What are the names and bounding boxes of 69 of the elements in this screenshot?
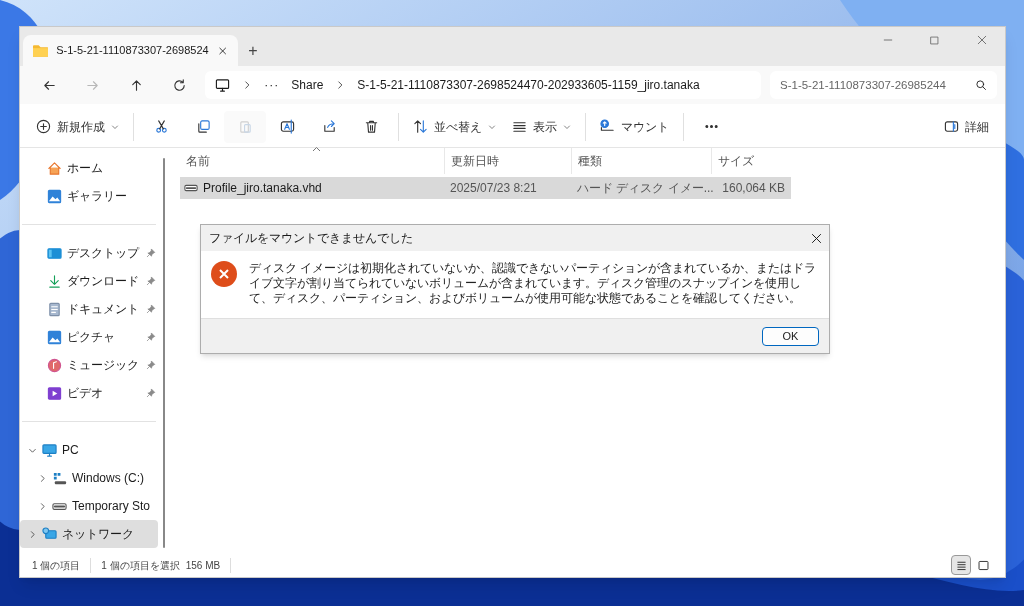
table-cell-text: ハード ディスク イメー...	[576, 180, 711, 197]
refresh-icon[interactable]	[172, 77, 188, 93]
document-icon	[47, 301, 62, 317]
sidebar-item[interactable]: ピクチャ	[20, 323, 158, 351]
panel-icon	[944, 119, 959, 134]
monitor-icon	[215, 77, 231, 93]
column-header[interactable]: 更新日時	[444, 148, 571, 174]
table-cell-text: 2025/07/23 8:21	[449, 180, 538, 197]
sidebar-item[interactable]: Windows (C:)	[20, 464, 158, 492]
column-header[interactable]: サイズ	[711, 148, 791, 174]
tab-title: S-1-5-21-1110873307-2698524	[56, 43, 209, 59]
sidebar-item[interactable]: ダウンロード	[20, 267, 158, 295]
sort-icon	[413, 119, 428, 134]
chevron-right-icon	[38, 501, 47, 511]
sidebar-item[interactable]: ドキュメント	[20, 295, 158, 323]
image-icon	[47, 329, 62, 345]
video-icon	[47, 385, 62, 401]
house-icon	[47, 160, 62, 176]
details-view-button[interactable]	[951, 555, 971, 575]
dialog-title: ファイルをマウントできませんでした	[209, 230, 414, 247]
overflow-menu[interactable]: ···	[264, 76, 280, 94]
search-field[interactable]: S-1-5-21-1110873307-26985244	[770, 71, 997, 99]
sort-button[interactable]: 並べ替え	[405, 110, 504, 143]
search-icon	[975, 79, 987, 91]
column-header[interactable]: 名前	[180, 148, 444, 174]
close-icon[interactable]	[810, 231, 823, 245]
drive-icon	[52, 470, 67, 486]
mount-button[interactable]: マウント	[592, 110, 677, 143]
sidebar-item[interactable]: ギャラリー	[20, 182, 158, 210]
view-button[interactable]: 表示	[504, 110, 579, 143]
error-icon	[211, 261, 237, 287]
plus-circle-icon	[36, 119, 51, 134]
sidebar-item[interactable]: PC	[20, 436, 158, 464]
sidebar-item[interactable]: ビデオ	[20, 379, 158, 407]
status-text: 156 MB	[185, 557, 232, 573]
address-bar[interactable]: ··· Share S-1-5-21-1110873307-2698524470-202933605-1159_jiro.tanaka	[205, 71, 761, 99]
chevron-right-icon	[28, 529, 37, 539]
folder-icon	[33, 43, 49, 58]
sidebar-item[interactable]: デスクトップ	[20, 239, 158, 267]
file-row[interactable]: Profile_jiro.tanaka.vhd 2025/07/23 8:21 ハード ディスク イメー... 160,064 KB	[180, 177, 791, 199]
chevron-right-icon	[38, 473, 47, 483]
music-icon	[47, 357, 62, 373]
ok-button[interactable]: OK	[762, 326, 819, 346]
table-cell-text: 160,064 KB	[721, 180, 786, 197]
monitor-icon	[42, 442, 57, 458]
status-text: 1 個の項目	[32, 557, 92, 573]
maximize-icon[interactable]	[929, 34, 940, 46]
breadcrumb[interactable]: Share	[291, 76, 324, 94]
lines-icon	[512, 119, 527, 134]
sidebar-item[interactable]: Temporary Sto	[20, 492, 158, 520]
column-header[interactable]: 種類	[571, 148, 711, 174]
image-icon	[47, 188, 62, 204]
scrollbar[interactable]	[163, 158, 165, 548]
error-message: ディスク イメージは初期化されていないか、認識できないパーティションが含まれているか、またはドライブ文字が割り当てられていないボリュームが含まれています。ディスク管理のスナップインを使用して、ディスク、パーティション、およびボリュームが使用可能な状態であることを確認してください。	[249, 261, 818, 306]
details-button[interactable]: 詳細	[936, 110, 997, 143]
square-icon	[976, 558, 990, 572]
desktop-icon	[47, 245, 62, 261]
download-icon	[47, 273, 62, 289]
new-button[interactable]: 新規作成	[28, 110, 127, 143]
disk-icon	[600, 119, 615, 134]
sidebar-item[interactable]: ネットワーク	[20, 520, 158, 548]
status-text: 1 個の項目を選択	[100, 558, 181, 573]
breadcrumb[interactable]: S-1-5-21-1110873307-2698524470-202933605-1159_jiro.tanaka	[357, 76, 700, 94]
new-tab-button[interactable]: +	[238, 35, 268, 66]
sidebar-item[interactable]: ミュージック	[20, 351, 158, 379]
sidebar-item[interactable]: ホーム	[20, 154, 158, 182]
network-icon	[42, 526, 57, 542]
window-tab[interactable]: S-1-5-21-1110873307-2698524	[23, 35, 238, 66]
file-name: Profile_jiro.tanaka.vhd	[203, 180, 322, 197]
